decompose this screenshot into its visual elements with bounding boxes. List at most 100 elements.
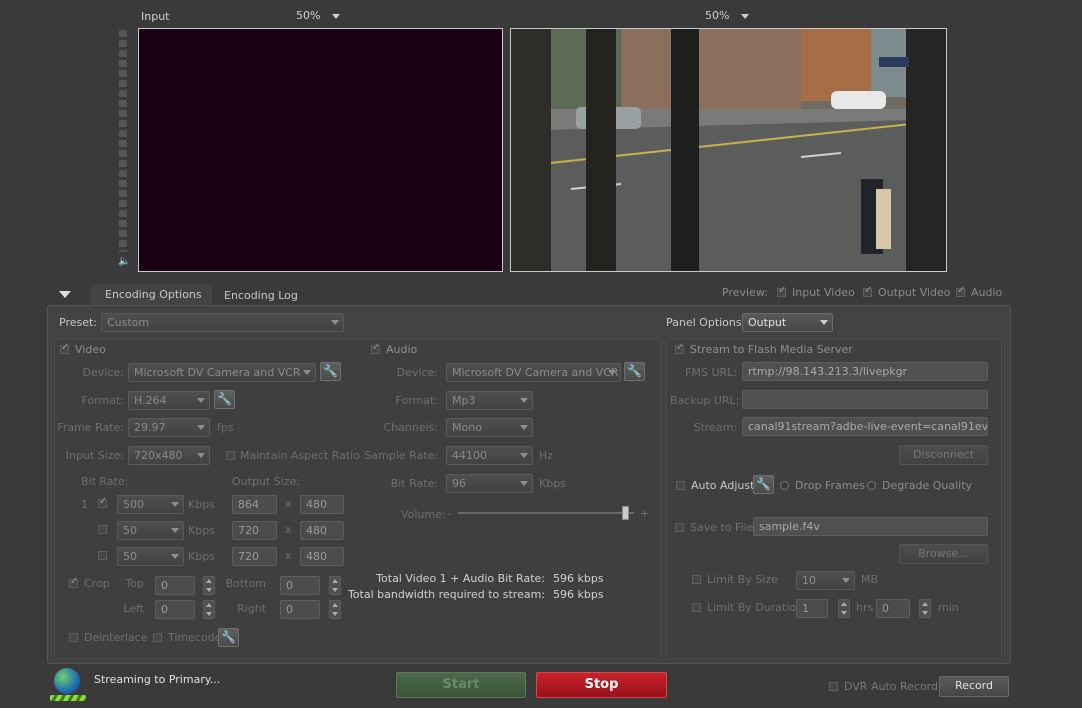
- crop-left-input[interactable]: 0: [155, 600, 195, 619]
- audio-device-settings-button[interactable]: 🔧: [624, 362, 645, 381]
- audio-bit-rate-select[interactable]: 96: [446, 474, 533, 493]
- browse-button[interactable]: Browse...: [899, 544, 988, 564]
- frame-rate-value: 29.97: [134, 421, 166, 434]
- crop-bottom-input[interactable]: 0: [280, 576, 320, 595]
- video-format-select[interactable]: H.264: [128, 391, 210, 410]
- crop-left-stepper[interactable]: [203, 600, 215, 619]
- bitrate-row-2-checkbox[interactable]: [98, 525, 107, 534]
- preset-select[interactable]: Custom: [101, 313, 344, 332]
- volume-plus: +: [640, 507, 650, 520]
- total-bandwidth-label: Total bandwidth required to stream:: [347, 588, 545, 601]
- preview-output-video-checkbox[interactable]: [863, 285, 872, 297]
- limit-size-value: 10: [802, 574, 816, 587]
- bit-rate-header: Bit Rate:: [81, 475, 129, 488]
- backup-url-input[interactable]: [742, 390, 988, 409]
- video-device-select[interactable]: Microsoft DV Camera and VCR: [128, 363, 316, 382]
- degrade-quality-radio[interactable]: [867, 481, 876, 490]
- dvr-auto-record-checkbox[interactable]: [829, 682, 838, 691]
- deinterlace-label: Deinterlace: [84, 631, 148, 644]
- bitrate-row-3-value: 50: [123, 550, 137, 563]
- crop-right-input[interactable]: 0: [280, 600, 320, 619]
- sample-rate-value: 44100: [452, 449, 487, 462]
- disconnect-button[interactable]: Disconnect: [899, 445, 988, 465]
- output-width-row-2[interactable]: 720: [232, 521, 277, 540]
- preview-audio-checkbox[interactable]: [956, 285, 965, 297]
- maintain-aspect-label: Maintain Aspect Ratio: [240, 449, 360, 462]
- limit-by-size-label: Limit By Size: [707, 573, 778, 586]
- start-button[interactable]: Start: [396, 672, 526, 698]
- bitrate-row-index: 1: [81, 498, 88, 511]
- limit-by-size-checkbox[interactable]: [692, 575, 701, 584]
- crop-top-label: Top: [125, 577, 144, 590]
- audio-enable-checkbox[interactable]: [371, 342, 380, 354]
- audio-format-select[interactable]: Mp3: [446, 391, 533, 410]
- output-height-row-1[interactable]: 480: [300, 495, 344, 514]
- tab-encoding-log[interactable]: Encoding Log: [224, 289, 298, 302]
- video-enable-checkbox[interactable]: [60, 342, 69, 354]
- input-zoom[interactable]: 50%: [296, 9, 340, 22]
- deinterlace-checkbox[interactable]: [69, 633, 78, 642]
- audio-device-select[interactable]: Microsoft DV Camera and VCR: [446, 363, 621, 382]
- limit-size-select[interactable]: 10: [796, 571, 855, 590]
- street-scene-image: [511, 29, 946, 271]
- wrench-icon: 🔧: [756, 477, 771, 491]
- drop-frames-label: Drop Frames: [795, 479, 865, 492]
- chevron-down-icon: [842, 578, 850, 583]
- crop-top-input[interactable]: 0: [155, 576, 195, 595]
- preview-input-video-checkbox[interactable]: [777, 285, 786, 297]
- crop-right-stepper[interactable]: [329, 600, 341, 619]
- auto-adjust-settings-button[interactable]: 🔧: [753, 475, 774, 494]
- sample-rate-select[interactable]: 44100: [446, 446, 533, 465]
- collapse-panel-toggle[interactable]: [59, 291, 71, 298]
- stream-to-fms-checkbox[interactable]: [675, 342, 684, 354]
- crop-checkbox[interactable]: [69, 576, 78, 588]
- record-button[interactable]: Record: [939, 676, 1009, 697]
- bitrate-row-1-select[interactable]: 500: [117, 495, 184, 514]
- bitrate-row-3-checkbox[interactable]: [98, 551, 107, 560]
- vu-meter: [119, 30, 127, 252]
- bitrate-row-2-select[interactable]: 50: [117, 521, 184, 540]
- save-to-file-checkbox[interactable]: [675, 523, 684, 532]
- input-size-select[interactable]: 720x480: [128, 446, 210, 465]
- maintain-aspect-checkbox[interactable]: [226, 451, 235, 460]
- video-device-settings-button[interactable]: 🔧: [320, 362, 341, 381]
- duration-hours-input[interactable]: 1: [796, 599, 828, 618]
- duration-minutes-stepper[interactable]: [919, 599, 931, 618]
- duration-minutes-input[interactable]: 0: [876, 599, 910, 618]
- output-zoom[interactable]: 50%: [705, 9, 749, 22]
- input-video-preview: [138, 28, 503, 272]
- output-height-row-2[interactable]: 480: [300, 521, 344, 540]
- stream-name-input[interactable]: canal91stream?adbe-live-event=canal91eve…: [742, 417, 988, 436]
- backup-url-label: Backup URL:: [670, 394, 740, 407]
- drop-frames-radio[interactable]: [780, 481, 789, 490]
- output-height-row-3[interactable]: 480: [300, 547, 344, 566]
- channels-label: Channels:: [383, 421, 438, 434]
- file-name-input[interactable]: sample.f4v: [753, 517, 988, 536]
- crop-top-stepper[interactable]: [203, 576, 215, 595]
- input-label: Input: [141, 10, 170, 23]
- frame-rate-select[interactable]: 29.97: [128, 418, 210, 437]
- auto-adjust-checkbox[interactable]: [676, 481, 685, 490]
- fms-url-input[interactable]: rtmp://98.143.213.3/livepkgr: [742, 362, 988, 381]
- volume-slider[interactable]: [458, 506, 634, 520]
- timecode-settings-button[interactable]: 🔧: [218, 628, 239, 647]
- output-width-row-3[interactable]: 720: [232, 547, 277, 566]
- wrench-icon: 🔧: [217, 392, 232, 406]
- total-bitrate-value: 596 kbps: [553, 572, 604, 585]
- timecode-checkbox[interactable]: [153, 633, 162, 642]
- stop-button[interactable]: Stop: [536, 672, 667, 698]
- limit-by-duration-checkbox[interactable]: [692, 603, 701, 612]
- bitrate-row-1-checkbox[interactable]: [98, 496, 107, 508]
- save-to-file-label: Save to File: [690, 521, 754, 534]
- bitrate-row-2-value: 50: [123, 524, 137, 537]
- tab-encoding-options[interactable]: Encoding Options: [90, 284, 212, 306]
- bitrate-row-3-select[interactable]: 50: [117, 547, 184, 566]
- duration-hours-stepper[interactable]: [838, 599, 850, 618]
- video-format-settings-button[interactable]: 🔧: [214, 390, 235, 409]
- output-width-row-1[interactable]: 864: [232, 495, 277, 514]
- chevron-down-icon: [520, 481, 528, 486]
- channels-select[interactable]: Mono: [446, 418, 533, 437]
- panel-options-select[interactable]: Output: [742, 313, 833, 332]
- volume-slider-thumb[interactable]: [622, 506, 629, 520]
- audio-device-value: Microsoft DV Camera and VCR: [452, 366, 619, 379]
